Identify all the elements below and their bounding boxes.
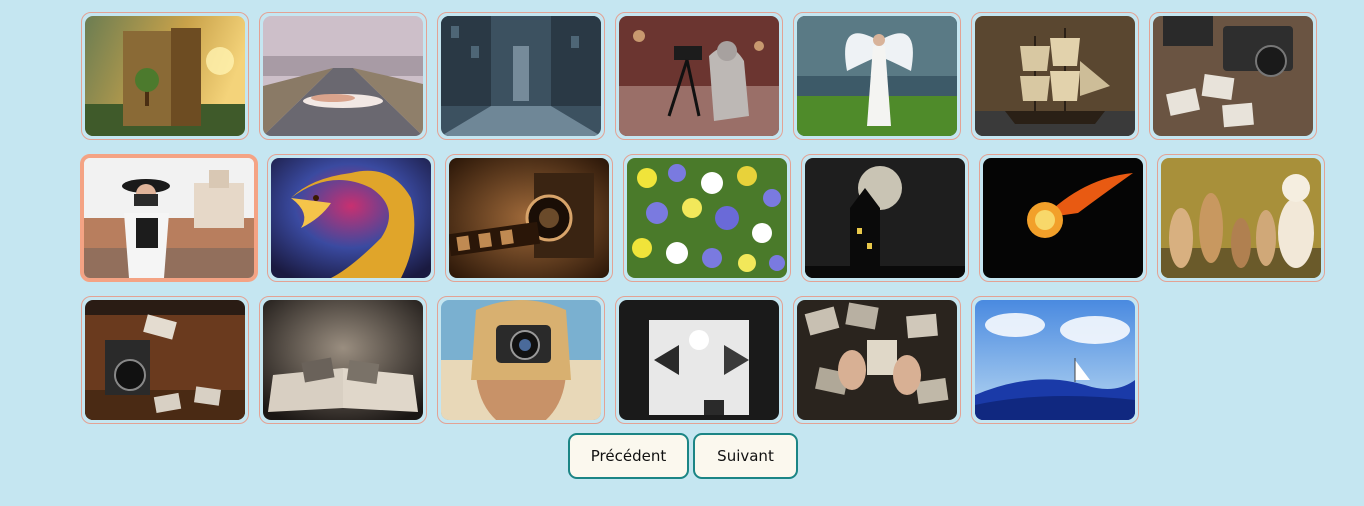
- image-open-book-landscape: [85, 16, 245, 136]
- gallery-thumbnail-old-camera-film[interactable]: [445, 154, 613, 282]
- image-vintage-cameras-photos: [1153, 16, 1313, 136]
- image-photo-studio: [619, 300, 779, 420]
- gallery-thumbnail-boat-in-sky-wave[interactable]: [971, 296, 1139, 424]
- gallery-thumbnail-sailing-ship[interactable]: [971, 12, 1139, 140]
- image-stormy-city-street: [441, 16, 601, 136]
- next-page-button[interactable]: Suivant: [693, 433, 798, 479]
- image-gallery: Précédent Suivant: [0, 0, 1364, 506]
- gallery-thumbnail-hands-old-photos[interactable]: [793, 296, 961, 424]
- gallery-thumbnail-road-swimmer[interactable]: [259, 12, 427, 140]
- gallery-thumbnail-vintage-cameras-photos[interactable]: [1149, 12, 1317, 140]
- gallery-thumbnail-puppies-and-kittens[interactable]: [1157, 154, 1325, 282]
- gallery-thumbnail-haunted-house-moon[interactable]: [801, 154, 969, 282]
- image-angel-woman: [797, 16, 957, 136]
- gallery-thumbnail-flaming-football[interactable]: [979, 154, 1147, 282]
- image-flower-field: [627, 158, 787, 278]
- gallery-thumbnail-photo-studio[interactable]: [615, 296, 783, 424]
- gallery-thumbnail-book-of-photos[interactable]: [259, 296, 427, 424]
- gallery-thumbnail-golden-dragon[interactable]: [267, 154, 435, 282]
- image-photographer-tripod: [619, 16, 779, 136]
- image-flaming-football: [983, 158, 1143, 278]
- previous-page-button[interactable]: Précédent: [568, 433, 689, 479]
- image-boat-in-sky-wave: [975, 300, 1135, 420]
- image-woman-camera-rooftops: [84, 158, 254, 278]
- image-puppies-and-kittens: [1161, 158, 1321, 278]
- gallery-thumbnail-camera-on-suitcase[interactable]: [81, 296, 249, 424]
- image-woman-holding-camera: [441, 300, 601, 420]
- image-old-camera-film: [449, 158, 609, 278]
- gallery-thumbnail-stormy-city-street[interactable]: [437, 12, 605, 140]
- gallery-thumbnail-angel-woman[interactable]: [793, 12, 961, 140]
- gallery-thumbnail-photographer-tripod[interactable]: [615, 12, 783, 140]
- image-book-of-photos: [263, 300, 423, 420]
- image-camera-on-suitcase: [85, 300, 245, 420]
- gallery-thumbnail-woman-camera-rooftops[interactable]: [80, 154, 258, 282]
- image-hands-old-photos: [797, 300, 957, 420]
- image-golden-dragon: [271, 158, 431, 278]
- gallery-thumbnail-woman-holding-camera[interactable]: [437, 296, 605, 424]
- gallery-thumbnail-open-book-landscape[interactable]: [81, 12, 249, 140]
- gallery-thumbnail-flower-field[interactable]: [623, 154, 791, 282]
- image-sailing-ship: [975, 16, 1135, 136]
- image-road-swimmer: [263, 16, 423, 136]
- image-haunted-house-moon: [805, 158, 965, 278]
